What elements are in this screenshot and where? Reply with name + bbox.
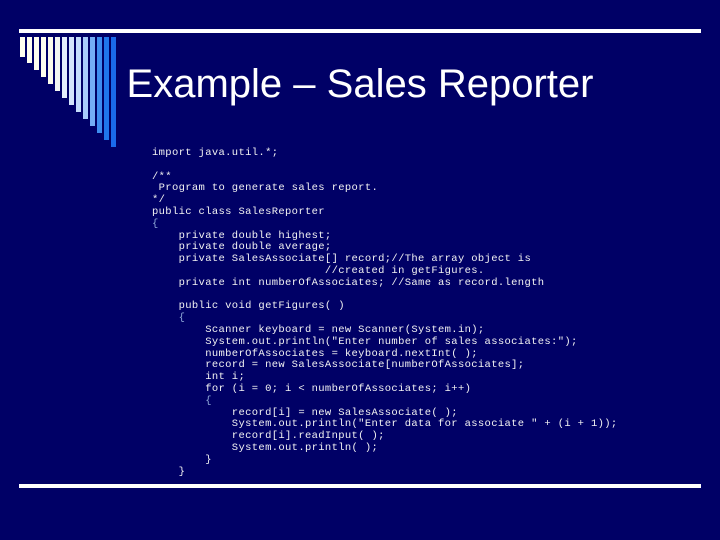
deco-bar <box>20 37 25 57</box>
java-code-block: import java.util.*; /** Program to gener… <box>152 147 618 478</box>
code-line: public void getFigures( ) <box>152 300 345 313</box>
code-line: { <box>152 394 212 407</box>
code-line: for (i = 0; i < numberOfAssociates; i++) <box>152 382 472 395</box>
top-divider-rule <box>19 29 701 33</box>
code-line: System.out.println("Enter number of sale… <box>152 335 578 348</box>
code-line: Scanner keyboard = new Scanner(System.in… <box>152 323 485 336</box>
code-line: import java.util.*; <box>152 147 279 159</box>
code-line: } <box>152 453 212 466</box>
code-line: //created in getFigures. <box>152 264 485 277</box>
presentation-slide: Example – Sales Reporter import java.uti… <box>0 0 720 540</box>
deco-bar <box>27 37 32 63</box>
code-line: public class SalesReporter <box>152 205 325 218</box>
code-line: System.out.println( ); <box>152 441 379 454</box>
slide-title: Example – Sales Reporter <box>126 62 594 106</box>
code-line: { <box>152 217 159 230</box>
code-line: Program to generate sales report. <box>152 182 379 195</box>
code-line: private int numberOfAssociates; //Same a… <box>152 276 545 289</box>
code-line: } <box>152 465 186 478</box>
bottom-divider-rule <box>19 484 701 488</box>
